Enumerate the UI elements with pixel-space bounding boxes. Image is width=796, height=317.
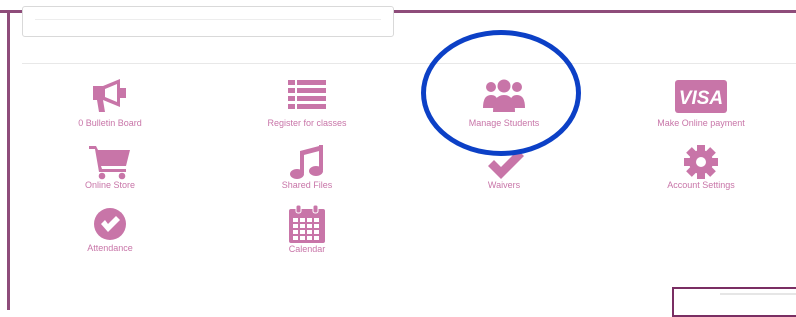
menu-tile-label: Shared Files xyxy=(281,180,333,190)
menu-tile-label: Account Settings xyxy=(667,180,735,190)
panel-divider xyxy=(35,19,381,20)
music-note-icon xyxy=(212,144,402,184)
check-circle-icon xyxy=(15,206,205,246)
window-frame-left xyxy=(7,10,10,310)
visa-text: VISA xyxy=(679,88,723,109)
popup-frame xyxy=(672,287,796,317)
menu-tile-label: Make Online payment xyxy=(657,118,745,128)
megaphone-icon xyxy=(15,78,205,118)
visa-card-icon: VISA xyxy=(606,78,796,118)
menu-tile-label: Online Store xyxy=(84,180,136,190)
list-icon xyxy=(212,78,402,118)
menu-tile-label: Register for classes xyxy=(267,118,347,128)
menu-tile-label: Manage Students xyxy=(468,118,540,128)
menu-tile-label: Attendance xyxy=(87,243,133,253)
menu-tile-label: Calendar xyxy=(288,244,326,254)
shopping-cart-icon xyxy=(15,144,205,184)
calendar-icon xyxy=(212,204,402,244)
menu-tile-label: 0 Bulletin Board xyxy=(78,118,142,128)
menu-tile-label: Waivers xyxy=(487,180,521,190)
checkmark-icon xyxy=(409,144,599,184)
users-icon xyxy=(409,78,599,118)
content-panel xyxy=(22,6,394,37)
popup-shade xyxy=(720,293,796,295)
gear-icon xyxy=(606,144,796,184)
section-divider xyxy=(22,63,796,64)
